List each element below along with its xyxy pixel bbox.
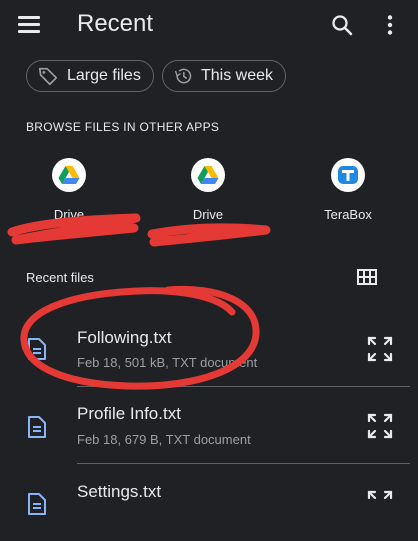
app-label: TeraBox xyxy=(324,207,372,222)
file-name: Settings.txt xyxy=(77,482,162,501)
expand-icon[interactable] xyxy=(367,336,393,362)
redaction-scribble xyxy=(7,213,141,245)
file-row-profile-info[interactable]: Profile Info.txt Feb 18, 679 B, TXT docu… xyxy=(0,388,418,464)
google-drive-icon xyxy=(191,158,225,192)
google-drive-icon xyxy=(52,158,86,192)
app-shortcut-terabox[interactable]: TeraBox xyxy=(303,158,393,222)
file-name: Profile Info.txt xyxy=(77,404,181,423)
chip-label: Large files xyxy=(67,67,141,84)
terabox-icon xyxy=(331,158,365,192)
history-icon xyxy=(174,68,192,84)
browse-apps-heading: BROWSE FILES IN OTHER APPS xyxy=(26,120,220,134)
app-shortcut-drive[interactable]: Drive xyxy=(163,158,253,222)
redaction-scribble xyxy=(147,223,271,247)
grid-view-icon[interactable] xyxy=(357,269,377,285)
more-vert-icon[interactable] xyxy=(384,14,396,36)
this-week-chip[interactable]: This week xyxy=(162,60,286,92)
search-icon[interactable] xyxy=(330,13,354,37)
document-icon xyxy=(28,416,46,438)
top-app-bar: Recent xyxy=(0,0,418,50)
large-files-chip[interactable]: Large files xyxy=(26,60,154,92)
file-row-settings[interactable]: Settings.txt xyxy=(0,465,418,541)
page-title: Recent xyxy=(77,10,154,37)
document-icon xyxy=(28,493,46,515)
annotation-circle xyxy=(20,285,260,390)
divider xyxy=(77,463,410,464)
tag-icon xyxy=(38,67,58,86)
chip-label: This week xyxy=(200,67,273,84)
expand-icon[interactable] xyxy=(367,413,393,439)
menu-icon[interactable] xyxy=(18,16,40,34)
file-meta: Feb 18, 679 B, TXT document xyxy=(77,432,251,447)
expand-icon[interactable] xyxy=(367,490,393,516)
